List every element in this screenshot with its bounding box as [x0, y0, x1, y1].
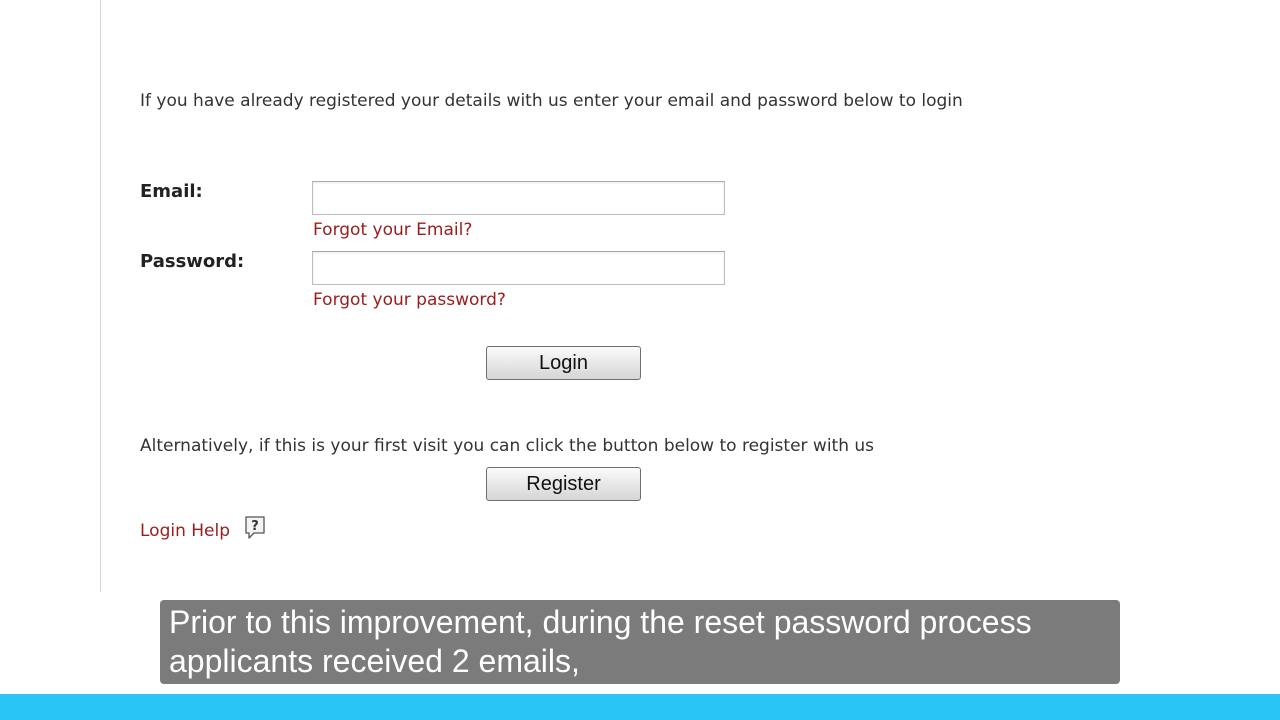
forgot-password-link[interactable]: Forgot your password?	[313, 290, 506, 310]
forgot-email-link[interactable]: Forgot your Email?	[313, 220, 472, 240]
svg-text:?: ?	[251, 519, 259, 534]
password-label: Password:	[140, 251, 245, 272]
register-button[interactable]: Register	[486, 467, 641, 501]
caption-line: Prior to this improvement, during the re…	[169, 604, 1032, 640]
question-speech-bubble-icon[interactable]: ?	[244, 515, 266, 541]
email-input[interactable]	[312, 181, 725, 215]
left-divider	[100, 0, 101, 592]
video-frame: If you have already registered your deta…	[0, 0, 1280, 720]
bottom-accent-bar	[0, 694, 1280, 720]
login-instructions: If you have already registered your deta…	[140, 91, 963, 111]
caption-line: applicants received 2 emails,	[169, 643, 580, 679]
login-button[interactable]: Login	[486, 346, 641, 380]
login-help-link[interactable]: Login Help	[140, 521, 230, 541]
subtitle-caption: Prior to this improvement, during the re…	[160, 600, 1120, 684]
password-input[interactable]	[312, 251, 725, 285]
email-label: Email:	[140, 181, 203, 202]
register-instructions: Alternatively, if this is your first vis…	[140, 436, 875, 456]
